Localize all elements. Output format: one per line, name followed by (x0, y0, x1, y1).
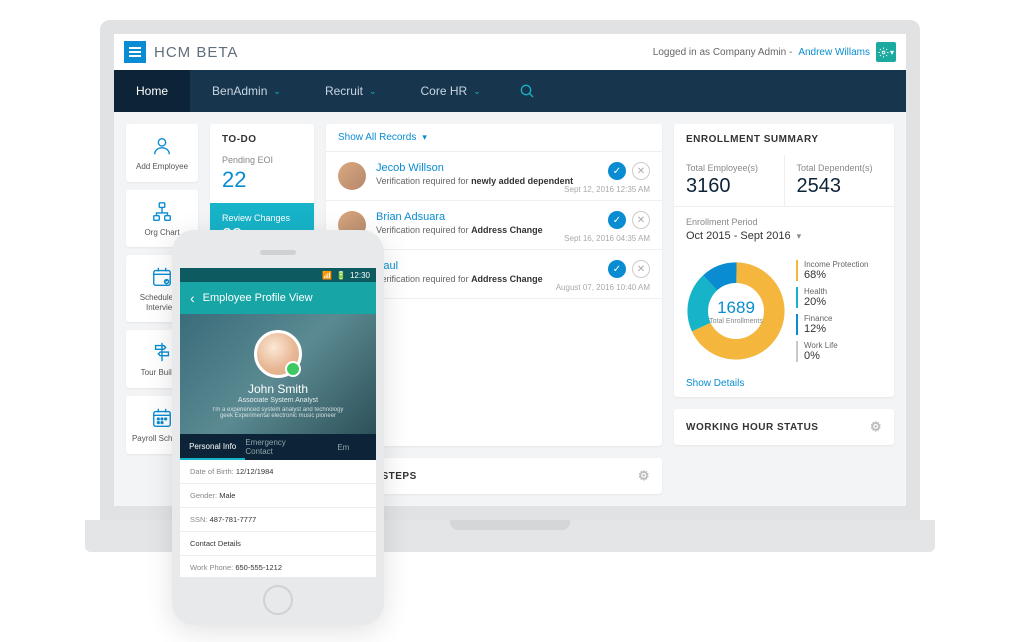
reject-button[interactable]: ✕ (632, 260, 650, 278)
battery-icon: 🔋 (336, 271, 346, 280)
enrollment-card: ENROLLMENT SUMMARY Total Employee(s) 316… (674, 124, 894, 397)
phone-tab-personal[interactable]: Personal Info (180, 434, 245, 460)
phone-tab-emergency[interactable]: Emergency Contact (245, 434, 310, 460)
settings-button[interactable]: ▾ (876, 42, 896, 62)
signpost-icon (150, 340, 174, 364)
user-icon (150, 134, 174, 158)
chevron-down-icon: ▾ (797, 231, 802, 242)
nav-benadmin[interactable]: BenAdmin⌄ (190, 70, 303, 112)
donut-legend: Income Protection68% Health20% Finance12… (796, 260, 868, 362)
approve-button[interactable]: ✓ (608, 260, 626, 278)
total-dependents: 2543 (797, 175, 883, 198)
pending-eoi-label: Pending EOI (222, 155, 302, 165)
reject-button[interactable]: ✕ (632, 162, 650, 180)
phone-home-button[interactable] (263, 585, 293, 615)
phone-field: SSN: 487-781-7777 (180, 508, 376, 532)
approve-button[interactable]: ✓ (608, 162, 626, 180)
chevron-down-icon: ⌄ (273, 86, 281, 97)
total-employees: 3160 (686, 175, 772, 198)
avatar (338, 162, 366, 190)
approve-button[interactable]: ✓ (608, 211, 626, 229)
working-hour-card: WORKING HOUR STATUS ⚙ (674, 409, 894, 445)
menu-icon[interactable] (124, 41, 146, 63)
nav-corehr[interactable]: Core HR⌄ (399, 70, 503, 112)
chevron-down-icon: ⌄ (473, 86, 481, 97)
calendar-icon (150, 265, 174, 289)
enrollment-period-select[interactable]: Oct 2015 - Sept 2016 ▾ (686, 230, 882, 242)
chevron-down-icon: ⌄ (369, 86, 377, 97)
phone-status-bar: 📶 🔋 12:30 (180, 268, 376, 282)
phone-hero: John Smith Associate System Analyst I'm … (180, 314, 376, 434)
phone-field: Work Phone: 650-555-1212 (180, 556, 376, 577)
show-details-link[interactable]: Show Details (674, 370, 894, 397)
record-row[interactable]: Jecob Willson Verification required for … (326, 152, 662, 201)
gear-icon[interactable]: ⚙ (870, 419, 882, 435)
phone-mockup: 📶 🔋 12:30 ‹ Employee Profile View John S… (172, 230, 384, 625)
app-title: HCM BETA (154, 44, 238, 61)
user-link[interactable]: Andrew Willams (798, 47, 870, 58)
logged-in-text: Logged in as Company Admin - (653, 47, 793, 58)
phone-avatar[interactable] (254, 330, 302, 378)
todo-header: TO-DO (210, 124, 314, 155)
topbar: HCM BETA Logged in as Company Admin - An… (114, 34, 906, 70)
phone-header: ‹ Employee Profile View (180, 282, 376, 314)
pending-eoi-count[interactable]: 22 (222, 167, 302, 193)
nav-home[interactable]: Home (114, 70, 190, 112)
sidebar-tile-add-employee[interactable]: Add Employee (126, 124, 198, 182)
calendar-icon (150, 406, 174, 430)
phone-tabs: Personal Info Emergency Contact Em (180, 434, 376, 460)
back-icon[interactable]: ‹ (190, 290, 195, 306)
org-icon (150, 200, 174, 224)
chevron-down-icon: ▾ (422, 132, 427, 143)
gear-icon[interactable]: ⚙ (638, 468, 650, 484)
main-nav: Home BenAdmin⌄ Recruit⌄ Core HR⌄ (114, 70, 906, 112)
phone-field-header: Contact Details (180, 532, 376, 556)
phone-tab-more[interactable]: Em (311, 434, 376, 460)
phone-field: Date of Birth: 12/12/1984 (180, 460, 376, 484)
records-filter[interactable]: Show All Records ▾ (338, 132, 650, 143)
phone-field: Gender: Male (180, 484, 376, 508)
enrollment-donut-chart: 1689 Total Enrollments (686, 261, 786, 361)
signal-icon: 📶 (322, 271, 332, 280)
nav-recruit[interactable]: Recruit⌄ (303, 70, 399, 112)
search-icon[interactable] (511, 70, 543, 112)
reject-button[interactable]: ✕ (632, 211, 650, 229)
